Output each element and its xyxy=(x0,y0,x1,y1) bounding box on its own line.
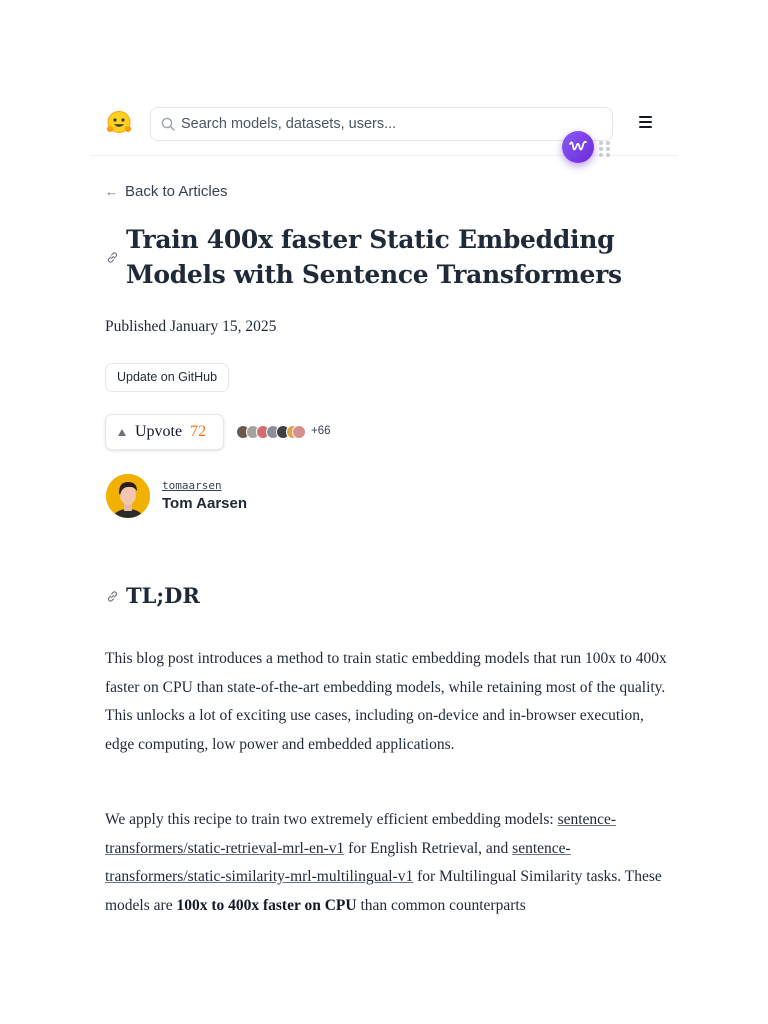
paragraph-models: We apply this recipe to train two extrem… xyxy=(105,806,670,920)
hamburger-menu-icon[interactable] xyxy=(638,116,654,130)
author-avatar[interactable] xyxy=(106,474,150,518)
author-name[interactable]: Tom Aarsen xyxy=(162,495,247,512)
search-input[interactable] xyxy=(181,108,601,140)
avatar xyxy=(292,425,306,439)
back-label: Back to Articles xyxy=(125,183,228,200)
upvote-button[interactable]: Upvote 72 xyxy=(105,414,224,450)
published-date: Published January 15, 2025 xyxy=(105,318,277,335)
upvote-count: 72 xyxy=(190,423,207,440)
text-span: for English Retrieval, and xyxy=(344,839,513,857)
drag-handle-icon[interactable] xyxy=(599,141,611,157)
search-icon xyxy=(161,117,175,131)
upvote-label: Upvote xyxy=(135,423,183,440)
upvote-triangle-icon xyxy=(118,428,126,436)
assistant-widget-button[interactable] xyxy=(562,131,594,163)
hugging-face-logo-icon[interactable] xyxy=(105,110,133,136)
text-span: than common counterparts xyxy=(356,896,526,914)
more-voters-count[interactable]: +66 xyxy=(311,425,331,437)
link-anchor-icon[interactable] xyxy=(106,251,119,264)
bold-text: 100x to 400x faster on CPU xyxy=(176,896,357,914)
voter-avatars[interactable] xyxy=(236,425,306,441)
arrow-left-icon: ← xyxy=(105,184,118,199)
search-box[interactable] xyxy=(150,107,613,141)
paragraph-intro: This blog post introduces a method to tr… xyxy=(105,650,667,753)
script-w-icon xyxy=(569,140,587,151)
back-to-articles-link[interactable]: ← Back to Articles xyxy=(105,183,228,200)
article-title: Train 400x faster Static Embedding Model… xyxy=(126,225,622,289)
text-span: We apply this recipe to train two extrem… xyxy=(105,811,558,828)
update-on-github-button[interactable]: Update on GitHub xyxy=(105,363,230,392)
author-handle-link[interactable]: tomaarsen xyxy=(162,479,222,492)
link-anchor-icon[interactable] xyxy=(106,590,119,603)
section-heading-tldr: TL;DR xyxy=(126,583,200,608)
